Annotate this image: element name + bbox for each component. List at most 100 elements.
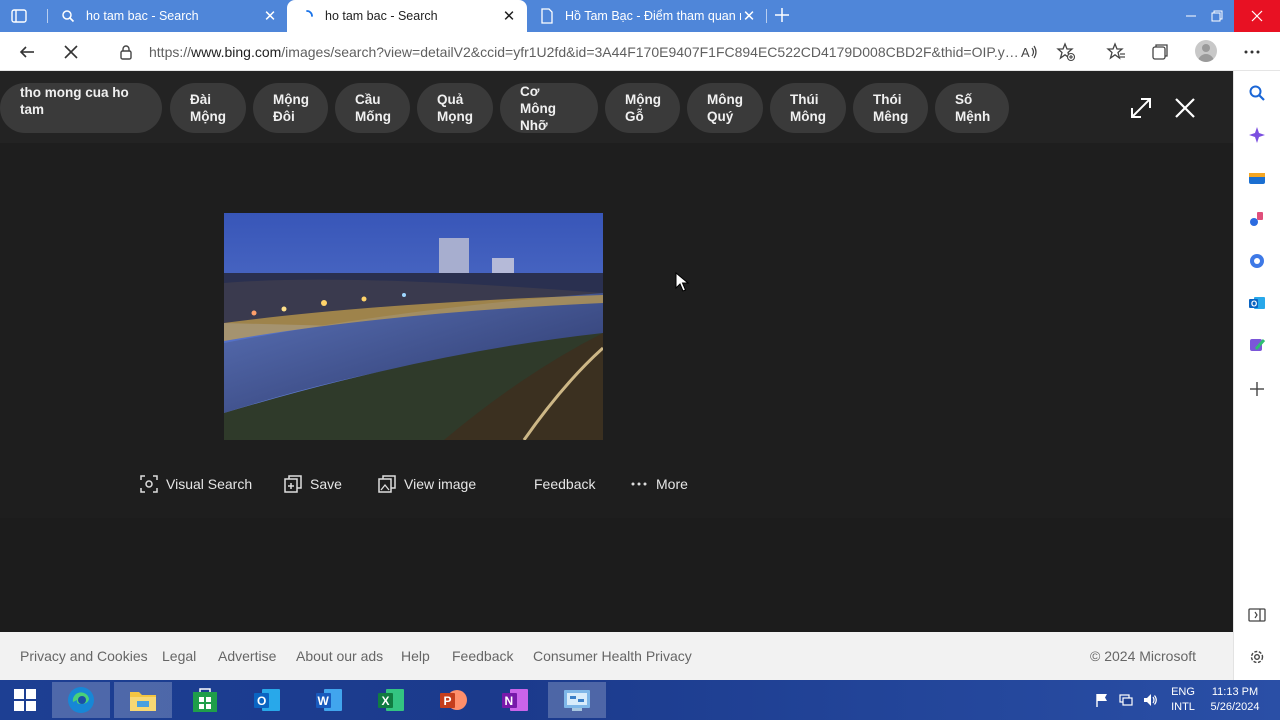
taskbar-powerpoint-icon[interactable]: P [424, 682, 482, 718]
taskbar-store-icon[interactable] [176, 682, 234, 718]
visual-search-button[interactable]: Visual Search [140, 474, 252, 494]
related-searches-bar: tho mong cua ho tam Đài Mộng Mộng Đôi Cầu M… [0, 71, 1233, 143]
taskbar-outlook-icon[interactable]: O [238, 682, 296, 718]
url-text[interactable]: https://www.bing.com/images/search?view=… [149, 44, 1019, 60]
chip-label: Thói [873, 92, 902, 107]
keyboard-layout: INTL [1171, 701, 1195, 713]
chip-label: Quả [437, 92, 464, 107]
chip-label: Mọng [437, 109, 473, 124]
volume-icon[interactable] [1142, 692, 1158, 708]
view-image-label: View image [404, 476, 477, 492]
designer-icon[interactable] [1247, 335, 1267, 355]
tab-actions-icon[interactable] [10, 7, 28, 25]
read-aloud-icon[interactable]: A [1018, 40, 1042, 64]
save-button[interactable]: Save [284, 474, 342, 494]
related-chip[interactable]: Mông Quý [687, 83, 763, 133]
feedback-button[interactable]: Feedback [534, 474, 595, 494]
favorites-icon[interactable] [1104, 40, 1128, 64]
related-chip[interactable]: Thúi Mông [770, 83, 846, 133]
feedback-label: Feedback [534, 476, 596, 492]
footer-link[interactable]: Advertise [218, 648, 276, 664]
svg-text:N: N [505, 694, 514, 708]
close-tab-icon[interactable]: ✕ [501, 8, 517, 25]
related-chip[interactable]: tho mong cua ho tam [0, 83, 162, 133]
url-domain: www.bing.com [191, 44, 282, 60]
chip-label: Đài [190, 92, 212, 107]
network-icon[interactable] [1118, 692, 1134, 708]
chip-label: Cầu [355, 92, 381, 107]
search-icon[interactable] [1247, 83, 1267, 103]
related-chip[interactable]: Cầu Mống [335, 83, 410, 133]
related-chip[interactable]: Số Mệnh [935, 83, 1009, 133]
footer-link[interactable]: Consumer Health Privacy [533, 648, 692, 664]
tab-title: Hồ Tam Bạc - Điểm tham quan nổi tiếng [565, 9, 741, 23]
view-image-icon [378, 475, 396, 493]
related-chip[interactable]: Mộng Gỗ [605, 83, 680, 133]
taskbar-file-explorer-icon[interactable] [114, 682, 172, 718]
start-button[interactable] [0, 682, 50, 718]
footer-link[interactable]: Feedback [452, 648, 513, 664]
search-icon [60, 8, 76, 24]
taskbar-edge-icon[interactable] [52, 682, 110, 718]
footer-link[interactable]: Legal [162, 648, 196, 664]
related-chip[interactable]: Mộng Đôi [253, 83, 328, 133]
chip-label: Mộng [190, 109, 226, 124]
footer-link[interactable]: About our ads [296, 648, 383, 664]
address-bar[interactable]: https://www.bing.com/images/search?view=… [104, 36, 1084, 67]
lock-icon[interactable] [114, 40, 138, 64]
chip-label: Nhỡ [520, 117, 548, 133]
viewer-lower-area [0, 518, 1233, 632]
page-footer: Privacy and Cookies Legal Advertise Abou… [0, 632, 1233, 680]
taskbar-word-icon[interactable]: W [300, 682, 358, 718]
tab-separator [766, 9, 767, 23]
language-code: ENG [1171, 686, 1195, 698]
office-icon[interactable] [1247, 251, 1267, 271]
more-options-icon[interactable] [1240, 40, 1264, 64]
expand-icon[interactable] [1128, 95, 1154, 121]
footer-link[interactable]: Help [401, 648, 430, 664]
copyright: © 2024 Microsoft [1090, 648, 1197, 664]
outlook-icon[interactable]: O [1247, 293, 1267, 313]
more-button[interactable]: More [630, 474, 688, 494]
add-favorite-icon[interactable] [1054, 40, 1078, 64]
taskbar-onenote-icon[interactable]: N [486, 682, 544, 718]
svg-text:O: O [1251, 300, 1257, 309]
main-image[interactable] [224, 213, 603, 440]
svg-text:X: X [382, 694, 390, 708]
collections-icon[interactable] [1148, 40, 1172, 64]
new-tab-button[interactable] [772, 6, 792, 26]
copilot-icon[interactable] [1247, 125, 1267, 145]
clock[interactable]: 11:13 PM 5/26/2024 [1204, 685, 1266, 715]
more-dots-icon [630, 475, 648, 493]
hide-sidebar-icon[interactable] [1247, 605, 1267, 625]
close-viewer-icon[interactable] [1172, 95, 1198, 121]
related-chip[interactable]: Quả Mọng [417, 83, 493, 133]
clock-date: 5/26/2024 [1210, 701, 1260, 713]
related-chip[interactable]: Thói Mêng [853, 83, 928, 133]
settings-gear-icon[interactable] [1247, 647, 1267, 667]
language-indicator[interactable]: ENG INTL [1166, 685, 1200, 715]
flag-icon[interactable] [1094, 692, 1110, 708]
add-icon[interactable] [1247, 379, 1267, 399]
taskbar-excel-icon[interactable]: X [362, 682, 420, 718]
taskbar-control-panel-icon[interactable] [548, 682, 606, 718]
chip-label: Số [955, 92, 973, 107]
close-tab-icon[interactable]: ✕ [741, 8, 757, 25]
tab-2-active[interactable]: ho tam bac - Search ✕ [287, 0, 527, 32]
close-tab-icon[interactable]: ✕ [262, 8, 278, 25]
tools-icon[interactable] [1247, 209, 1267, 229]
chip-label: Mêng [873, 109, 909, 124]
footer-link[interactable]: Privacy and Cookies [20, 648, 148, 664]
image-detail-viewer: tho mong cua ho tam Đài Mộng Mộng Đôi Cầu M… [0, 71, 1233, 632]
tab-1[interactable]: ho tam bac - Search ✕ [48, 0, 288, 32]
back-button[interactable] [15, 40, 39, 64]
related-chip[interactable]: Cơ Mông Nhỡ [500, 83, 598, 133]
view-image-button[interactable]: View image [378, 474, 476, 494]
tab-3[interactable]: Hồ Tam Bạc - Điểm tham quan nổi tiếng ✕ [527, 0, 767, 32]
window-close-button[interactable] [1234, 0, 1280, 32]
stop-loading-button[interactable] [59, 40, 83, 64]
shopping-icon[interactable] [1247, 167, 1267, 187]
page-icon [539, 8, 555, 24]
related-chip[interactable]: Đài Mộng [170, 83, 246, 133]
profile-avatar[interactable] [1195, 40, 1217, 62]
